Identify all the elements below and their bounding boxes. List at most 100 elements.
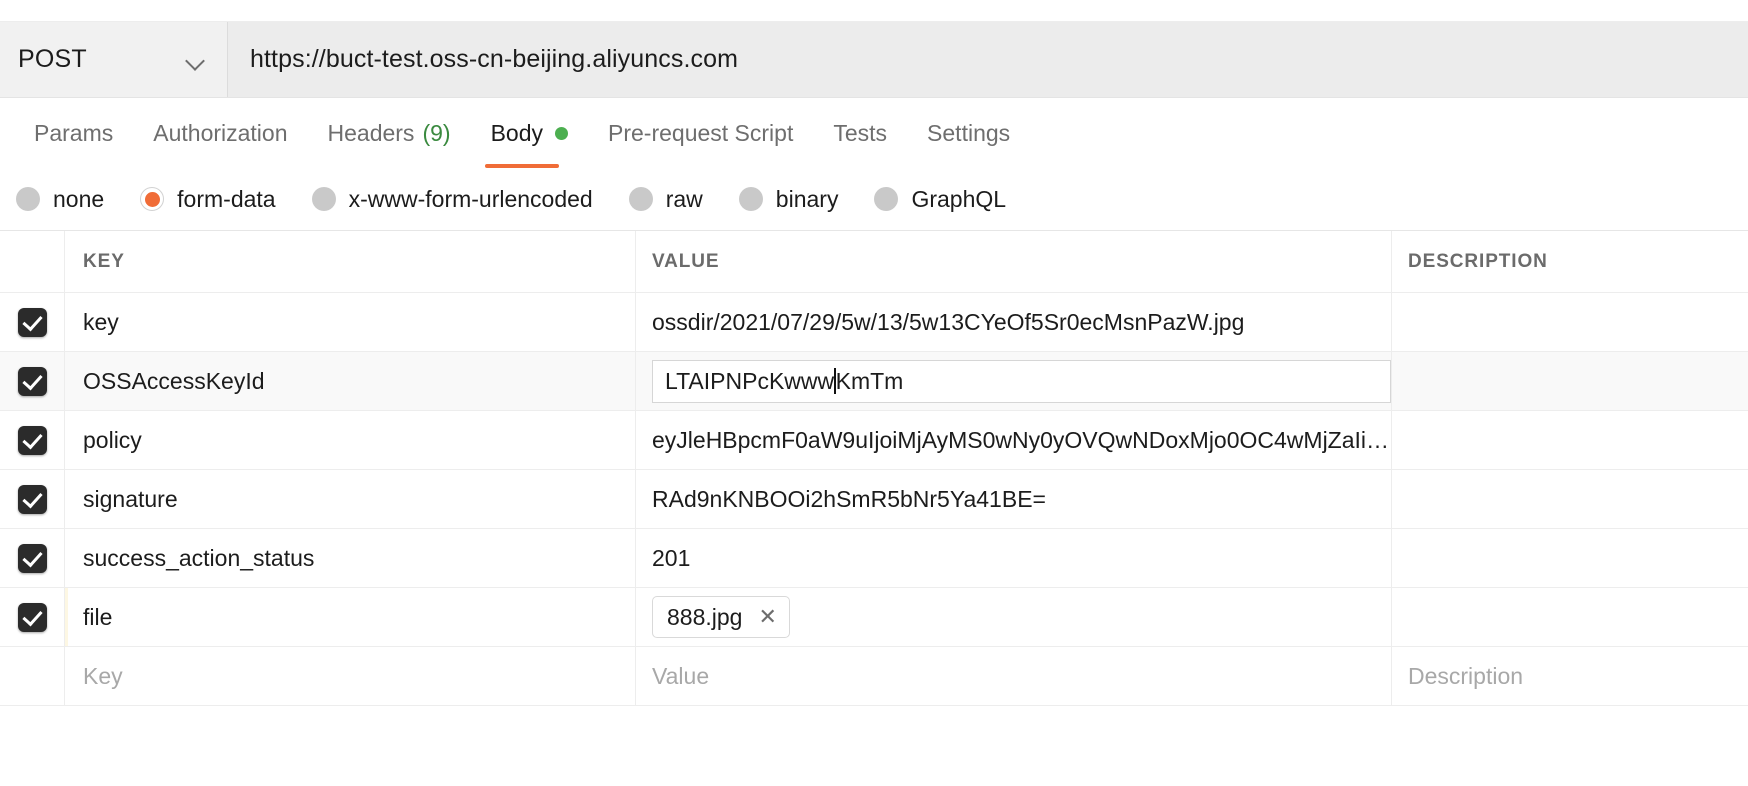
- tab-headers[interactable]: Headers (9): [308, 98, 471, 168]
- row-key-cell[interactable]: success_action_status: [65, 529, 636, 587]
- tab-headers-label: Headers: [328, 120, 415, 147]
- row-key-text: policy: [83, 427, 142, 454]
- row-key-text: key: [83, 309, 119, 336]
- row-value-cell[interactable]: ossdir/2021/07/29/5w/13/5w13CYeOf5Sr0ecM…: [636, 293, 1392, 351]
- row-description-cell[interactable]: [1392, 293, 1748, 351]
- table-row: key ossdir/2021/07/29/5w/13/5w13CYeOf5Sr…: [0, 293, 1748, 352]
- radio-icon: [629, 187, 653, 211]
- close-icon[interactable]: ✕: [758, 606, 776, 628]
- table-placeholder-row: Key Value Description: [0, 647, 1748, 706]
- placeholder-value-text: Value: [652, 663, 709, 690]
- row-checkbox-cell: [0, 293, 65, 351]
- row-value-text: RAd9nKNBOOi2hSmR5bNr5Ya41BE=: [652, 486, 1046, 513]
- row-enabled-checkbox[interactable]: [18, 426, 47, 455]
- row-description-cell[interactable]: [1392, 352, 1748, 410]
- table-row: OSSAccessKeyId LTAIPNPcKwwwKmTm: [0, 352, 1748, 411]
- file-name-label: 888.jpg: [667, 604, 742, 631]
- active-tab-indicator: [485, 164, 559, 168]
- row-value-cell[interactable]: RAd9nKNBOOi2hSmR5bNr5Ya41BE=: [636, 470, 1392, 528]
- row-enabled-checkbox[interactable]: [18, 367, 47, 396]
- body-type-x-www-form-urlencoded[interactable]: x-www-form-urlencoded: [312, 186, 593, 213]
- radio-icon: [874, 187, 898, 211]
- tab-tests[interactable]: Tests: [813, 98, 907, 168]
- row-value-cell[interactable]: 201: [636, 529, 1392, 587]
- table-row: success_action_status 201: [0, 529, 1748, 588]
- row-key-cell[interactable]: OSSAccessKeyId: [65, 352, 636, 410]
- body-type-raw-label: raw: [666, 186, 703, 213]
- row-value-text: eyJleHBpcmF0aW9uIjoiMjAyMS0wNy0yOVQwNDox…: [652, 427, 1391, 454]
- tab-body-label: Body: [491, 120, 543, 147]
- row-checkbox-cell: [0, 470, 65, 528]
- row-checkbox-cell: [0, 411, 65, 469]
- row-key-cell[interactable]: file: [65, 588, 636, 646]
- header-checkbox-cell: [0, 231, 65, 292]
- header-key-cell: KEY: [65, 231, 636, 292]
- row-description-cell[interactable]: [1392, 411, 1748, 469]
- row-value-cell[interactable]: LTAIPNPcKwwwKmTm: [636, 352, 1392, 410]
- row-value-text: 201: [652, 545, 690, 572]
- placeholder-description-cell[interactable]: Description: [1392, 647, 1748, 705]
- row-enabled-checkbox[interactable]: [18, 603, 47, 632]
- tab-authorization[interactable]: Authorization: [133, 98, 307, 168]
- table-row: policy eyJleHBpcmF0aW9uIjoiMjAyMS0wNy0yO…: [0, 411, 1748, 470]
- request-tabs: Params Authorization Headers (9) Body Pr…: [0, 98, 1748, 168]
- row-enabled-checkbox[interactable]: [18, 544, 47, 573]
- tab-settings[interactable]: Settings: [907, 98, 1030, 168]
- header-value-label: VALUE: [652, 251, 719, 273]
- tab-params[interactable]: Params: [14, 98, 133, 168]
- row-description-cell[interactable]: [1392, 470, 1748, 528]
- body-type-graphql-label: GraphQL: [911, 186, 1006, 213]
- row-key-text: file: [83, 604, 112, 631]
- radio-icon: [16, 187, 40, 211]
- placeholder-value-cell[interactable]: Value: [636, 647, 1392, 705]
- body-type-binary[interactable]: binary: [739, 186, 839, 213]
- row-checkbox-cell: [0, 352, 65, 410]
- tab-tests-label: Tests: [833, 120, 887, 147]
- radio-icon: [739, 187, 763, 211]
- row-key-cell[interactable]: policy: [65, 411, 636, 469]
- body-type-graphql[interactable]: GraphQL: [874, 186, 1006, 213]
- row-enabled-checkbox[interactable]: [18, 308, 47, 337]
- placeholder-checkbox-cell: [0, 647, 65, 705]
- row-value-text: ossdir/2021/07/29/5w/13/5w13CYeOf5Sr0ecM…: [652, 309, 1244, 336]
- tab-body[interactable]: Body: [471, 98, 588, 168]
- header-description-label: DESCRIPTION: [1408, 251, 1548, 273]
- body-type-none-label: none: [53, 186, 104, 213]
- row-value-input[interactable]: LTAIPNPcKwwwKmTm: [652, 360, 1391, 403]
- row-key-cell[interactable]: signature: [65, 470, 636, 528]
- body-type-x-www-form-urlencoded-label: x-www-form-urlencoded: [349, 186, 593, 213]
- tab-params-label: Params: [34, 120, 113, 147]
- row-enabled-checkbox[interactable]: [18, 485, 47, 514]
- row-key-cell[interactable]: key: [65, 293, 636, 351]
- tab-settings-label: Settings: [927, 120, 1010, 147]
- placeholder-key-cell[interactable]: Key: [65, 647, 636, 705]
- radio-icon: [312, 187, 336, 211]
- file-chip[interactable]: 888.jpg ✕: [652, 596, 790, 638]
- row-description-cell[interactable]: [1392, 588, 1748, 646]
- radio-selected-icon: [140, 187, 164, 211]
- row-key-text: signature: [83, 486, 178, 513]
- header-description-cell: DESCRIPTION: [1392, 231, 1748, 292]
- row-value-cell[interactable]: eyJleHBpcmF0aW9uIjoiMjAyMS0wNy0yOVQwNDox…: [636, 411, 1392, 469]
- placeholder-description-text: Description: [1408, 663, 1523, 690]
- body-type-raw[interactable]: raw: [629, 186, 703, 213]
- row-value-text-after-caret: KmTm: [836, 368, 904, 395]
- body-type-form-data[interactable]: form-data: [140, 186, 275, 213]
- body-type-none[interactable]: none: [16, 186, 104, 213]
- row-value-cell[interactable]: 888.jpg ✕: [636, 588, 1392, 646]
- tab-pre-request-script-label: Pre-request Script: [608, 120, 793, 147]
- http-method-label: POST: [18, 45, 87, 74]
- row-checkbox-cell: [0, 529, 65, 587]
- tab-headers-count: (9): [422, 120, 450, 147]
- header-value-cell: VALUE: [636, 231, 1392, 292]
- tab-pre-request-script[interactable]: Pre-request Script: [588, 98, 813, 168]
- table-header-row: KEY VALUE DESCRIPTION: [0, 231, 1748, 293]
- http-method-select[interactable]: POST: [0, 22, 228, 97]
- row-description-cell[interactable]: [1392, 529, 1748, 587]
- row-value-text-before-caret: LTAIPNPcKwww: [665, 368, 834, 395]
- url-text: https://buct-test.oss-cn-beijing.aliyunc…: [250, 45, 738, 74]
- tab-authorization-label: Authorization: [153, 120, 287, 147]
- body-type-form-data-label: form-data: [177, 186, 275, 213]
- header-key-label: KEY: [83, 251, 125, 273]
- url-input[interactable]: https://buct-test.oss-cn-beijing.aliyunc…: [228, 22, 1748, 97]
